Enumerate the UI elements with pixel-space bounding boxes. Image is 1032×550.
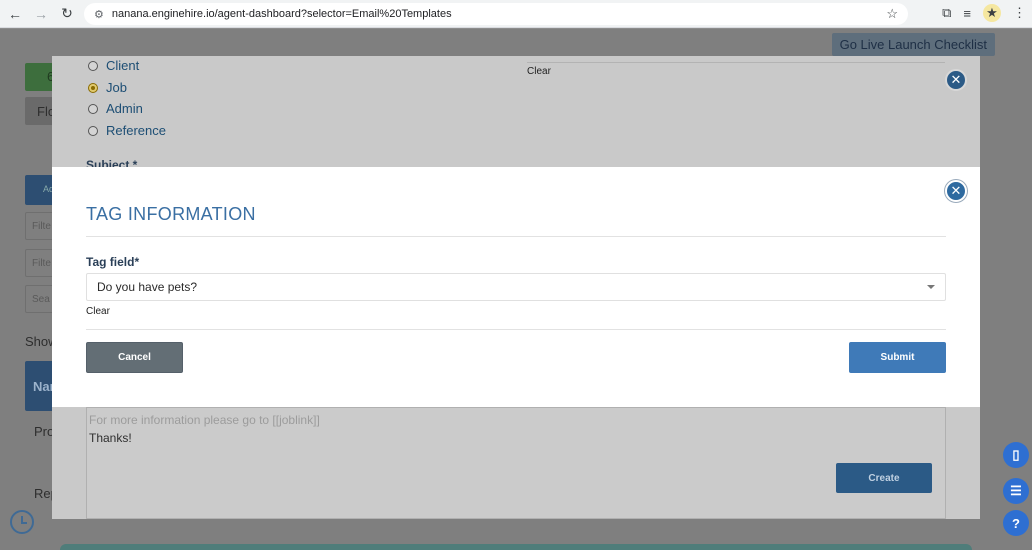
browser-actions: ⧉ ≡ ★ ⋮ [942, 4, 1026, 22]
email-body-muted-line: For more information please go to [[jobl… [89, 413, 320, 427]
divider [86, 329, 946, 330]
browser-menu-icon[interactable]: ⋮ [1013, 5, 1026, 21]
submit-button[interactable]: Submit [849, 342, 946, 373]
help-icon[interactable]: ? [1003, 510, 1029, 536]
close-icon[interactable]: ✕ [945, 69, 967, 91]
radio-label: Reference [106, 123, 166, 138]
background-footer-strip [60, 544, 972, 550]
radio-label: Client [106, 58, 140, 73]
media-queue-icon[interactable]: ≡ [963, 6, 971, 21]
forward-arrow-icon[interactable]: → [30, 3, 52, 25]
background-stat-tile: 6 [25, 63, 55, 91]
browser-toolbar: ← → ↻ ⚙ nanana.enginehire.io/agent-dashb… [0, 0, 1032, 28]
go-live-checklist-button[interactable]: Go Live Launch Checklist [831, 33, 995, 56]
chevron-down-icon [927, 285, 935, 289]
radio-label: Job [106, 80, 127, 95]
tag-field-label: Tag field* [86, 255, 140, 269]
close-icon[interactable]: ✕ [945, 180, 967, 202]
recipient-option-admin[interactable]: Admin [88, 101, 143, 116]
radio-button[interactable] [88, 103, 98, 114]
background-add-button: Ad [25, 175, 55, 205]
site-settings-icon[interactable]: ⚙ [94, 8, 104, 21]
background-table-header: Nar [25, 361, 55, 411]
background-text: Filte [32, 258, 51, 269]
book-icon[interactable]: ▯ [1003, 442, 1029, 468]
reload-icon[interactable]: ↻ [56, 3, 78, 25]
recipient-option-reference[interactable]: Reference [88, 123, 166, 138]
create-button[interactable]: Create [836, 463, 932, 493]
background-search-input: Sea [25, 285, 55, 313]
selected-value: Do you have pets? [97, 280, 198, 294]
background-tab: Flo [25, 97, 55, 125]
background-filter-input: Filte [25, 212, 55, 240]
recipient-option-client[interactable]: Client [88, 58, 139, 73]
recipient-option-job[interactable]: Job [88, 80, 127, 95]
background-filter-input: Filte [25, 249, 55, 277]
divider [86, 236, 946, 237]
profile-avatar[interactable]: ★ [983, 4, 1001, 22]
select-underline [527, 62, 945, 63]
background-text: Filte [32, 221, 51, 232]
address-bar[interactable]: ⚙ nanana.enginehire.io/agent-dashboard?s… [84, 3, 908, 25]
cancel-button[interactable]: Cancel [86, 342, 183, 373]
email-body-text: Thanks! [89, 431, 132, 445]
background-text: Sea [32, 294, 50, 305]
radio-button[interactable] [88, 125, 98, 136]
back-arrow-icon[interactable]: ← [4, 3, 26, 25]
bookmark-star-icon[interactable]: ☆ [886, 6, 898, 22]
tag-field-select[interactable]: Do you have pets? [86, 273, 946, 301]
modal-title: TAG INFORMATION [86, 204, 256, 224]
url-text: nanana.enginehire.io/agent-dashboard?sel… [111, 8, 452, 20]
checklist-icon[interactable]: ☰ [1003, 478, 1029, 504]
clear-link[interactable]: Clear [527, 66, 551, 77]
radio-button[interactable] [88, 60, 98, 71]
clear-link[interactable]: Clear [86, 306, 110, 317]
radio-label: Admin [106, 101, 143, 116]
radio-button[interactable] [88, 82, 98, 93]
extensions-icon[interactable]: ⧉ [942, 5, 951, 21]
clock-icon[interactable] [10, 510, 34, 534]
